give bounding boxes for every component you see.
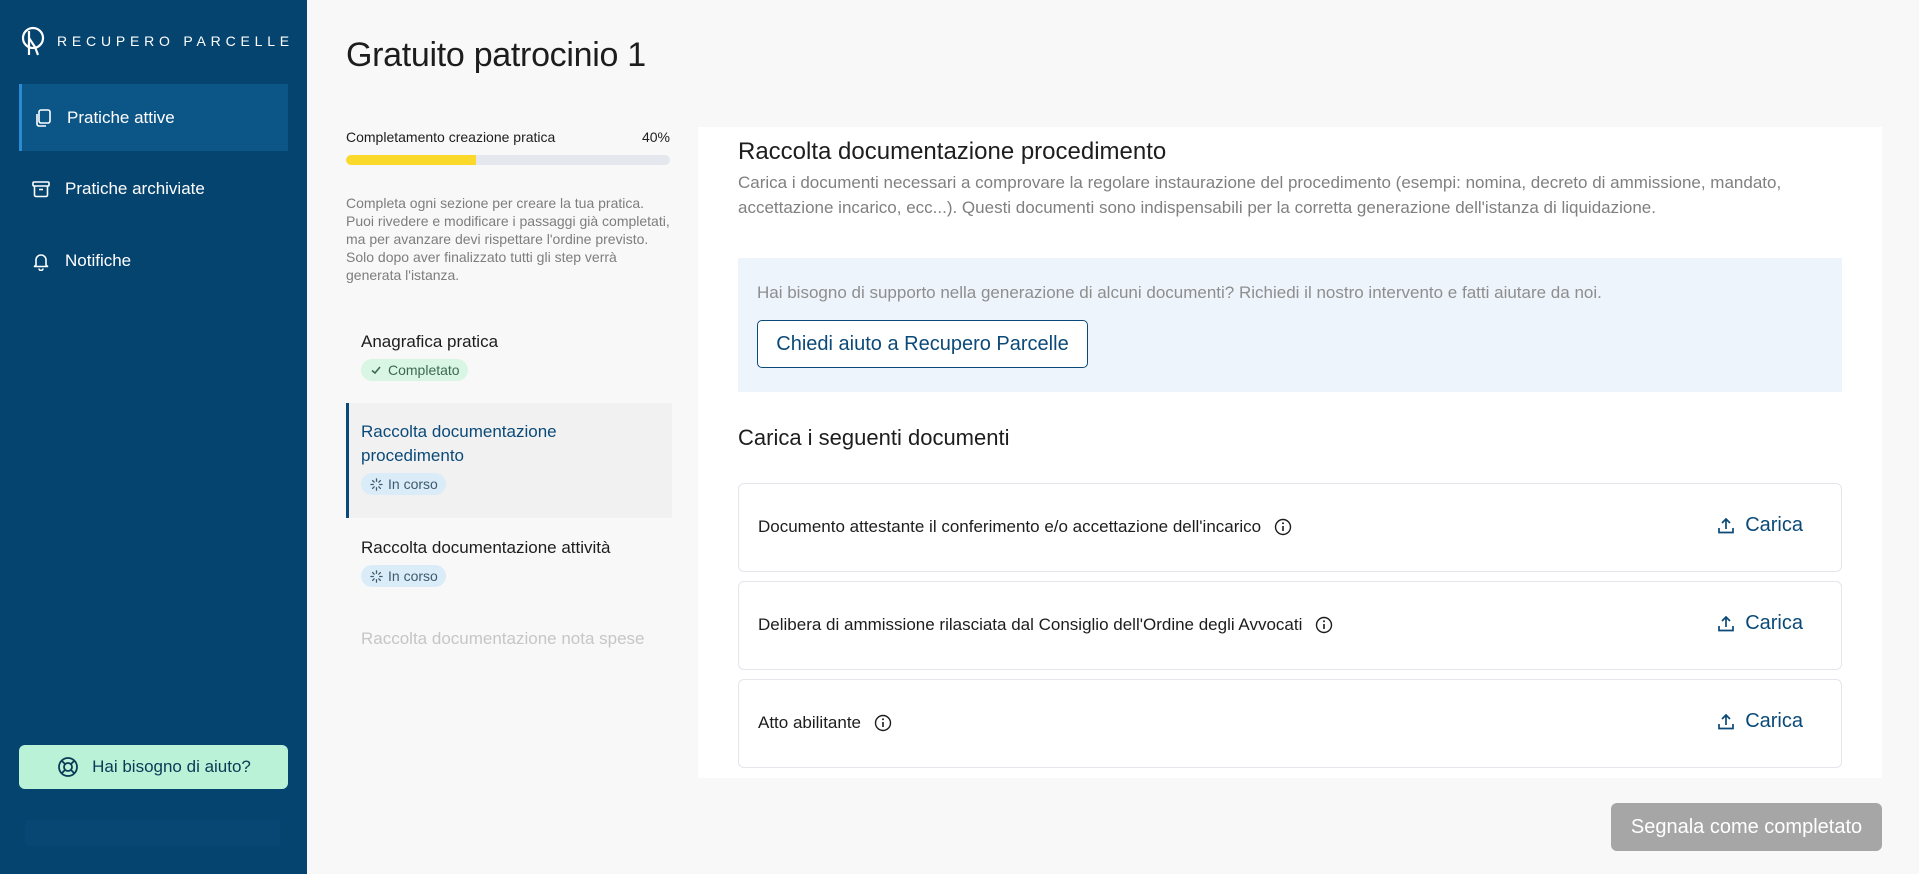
document-name-wrap: Documento attestante il conferimento e/o… xyxy=(758,517,1293,537)
spinner-icon xyxy=(369,477,383,491)
request-help-button[interactable]: Chiedi aiuto a Recupero Parcelle xyxy=(757,320,1088,368)
document-name-wrap: Atto abilitante xyxy=(758,713,893,733)
step-raccolta-attivita[interactable]: Raccolta documentazione attività In cors… xyxy=(346,536,672,596)
document-row: Documento attestante il conferimento e/o… xyxy=(738,483,1842,572)
document-row: Delibera di ammissione rilasciata dal Co… xyxy=(738,581,1842,670)
step-title: Raccolta documentazione attività xyxy=(361,538,611,557)
step-title: Raccolta documentazione nota spese xyxy=(361,629,645,648)
document-row: Atto abilitante Carica xyxy=(738,679,1842,768)
sidebar-item-pratiche-attive[interactable]: Pratiche attive xyxy=(19,84,288,151)
progress-description: Completa ogni sezione per creare la tua … xyxy=(346,195,670,283)
spinner-icon xyxy=(369,569,383,583)
status-badge-label: Completato xyxy=(388,362,460,378)
document-name-wrap: Delibera di ammissione rilasciata dal Co… xyxy=(758,615,1334,635)
info-icon[interactable] xyxy=(1314,615,1334,635)
status-badge-label: In corso xyxy=(388,568,438,584)
sidebar: RECUPERO PARCELLE Pratiche attive Pratic… xyxy=(0,0,307,874)
sidebar-item-notifiche[interactable]: Notifiche xyxy=(19,227,288,294)
sidebar-footer xyxy=(25,820,280,846)
check-icon xyxy=(369,363,383,377)
brand-name: RECUPERO PARCELLE xyxy=(57,33,294,49)
lifebuoy-icon xyxy=(56,755,80,779)
logo-mark-icon xyxy=(21,26,45,56)
info-icon[interactable] xyxy=(1273,517,1293,537)
upload-button[interactable]: Carica xyxy=(1715,612,1803,635)
upload-section-title: Carica i seguenti documenti xyxy=(738,425,1010,450)
upload-button[interactable]: Carica xyxy=(1715,514,1803,537)
document-name: Atto abilitante xyxy=(758,713,862,732)
logo[interactable]: RECUPERO PARCELLE xyxy=(19,25,294,57)
help-button-label: Hai bisogno di aiuto? xyxy=(92,757,251,776)
progress-label: Completamento creazione pratica xyxy=(346,129,556,145)
upload-icon xyxy=(1715,613,1737,635)
sidebar-item-label: Notifiche xyxy=(65,250,132,270)
bell-icon xyxy=(29,249,53,273)
step-title: Raccolta documentazione procedimento xyxy=(361,422,557,465)
section-description: Carica i documenti necessari a comprovar… xyxy=(738,173,1782,217)
section-title: Raccolta documentazione procedimento xyxy=(738,138,1167,165)
step-raccolta-procedimento[interactable]: Raccolta documentazione procedimento In … xyxy=(346,403,672,518)
step-raccolta-nota-spese: Raccolta documentazione nota spese xyxy=(346,627,672,657)
support-box: Hai bisogno di supporto nella generazion… xyxy=(738,258,1842,392)
copy-icon xyxy=(31,106,55,130)
upload-button[interactable]: Carica xyxy=(1715,710,1803,733)
sidebar-item-label: Pratiche archiviate xyxy=(65,178,205,198)
progress-bar-fill xyxy=(346,155,476,165)
document-name: Documento attestante il conferimento e/o… xyxy=(758,517,1262,536)
sidebar-item-label: Pratiche attive xyxy=(67,107,175,127)
support-text: Hai bisogno di supporto nella generazion… xyxy=(757,283,1602,302)
status-badge: Completato xyxy=(361,359,468,381)
page-title: Gratuito patrocinio 1 xyxy=(346,36,646,74)
status-badge-label: In corso xyxy=(388,476,438,492)
step-title: Anagrafica pratica xyxy=(361,332,499,351)
document-name: Delibera di ammissione rilasciata dal Co… xyxy=(758,615,1303,634)
info-icon[interactable] xyxy=(873,713,893,733)
mark-complete-button[interactable]: Segnala come completato xyxy=(1611,803,1882,851)
step-anagrafica-pratica[interactable]: Anagrafica pratica Completato xyxy=(346,330,672,390)
upload-button-label: Carica xyxy=(1745,612,1803,634)
sidebar-item-pratiche-archiviate[interactable]: Pratiche archiviate xyxy=(19,155,288,222)
upload-button-label: Carica xyxy=(1745,710,1803,732)
upload-button-label: Carica xyxy=(1745,514,1803,536)
upload-icon xyxy=(1715,515,1737,537)
progress-percent: 40% xyxy=(641,129,670,145)
status-badge: In corso xyxy=(361,473,446,495)
archive-icon xyxy=(29,177,53,201)
help-button[interactable]: Hai bisogno di aiuto? xyxy=(19,745,288,789)
progress-bar xyxy=(346,155,670,165)
upload-icon xyxy=(1715,711,1737,733)
status-badge: In corso xyxy=(361,565,446,587)
